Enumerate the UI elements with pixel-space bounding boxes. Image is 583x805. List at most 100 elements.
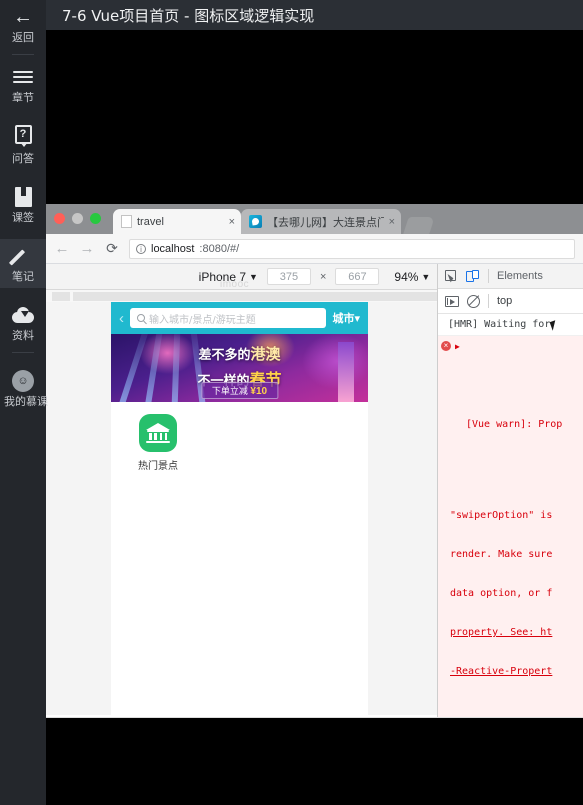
sidebar-item-notes[interactable]: 笔记 <box>0 239 46 288</box>
error-line: [Vue warn]: Prop <box>466 419 563 430</box>
device-selector[interactable]: iPhone 7 ▼ <box>199 270 258 284</box>
sidebar-item-qa[interactable]: ? 问答 <box>0 117 46 170</box>
address-bar[interactable]: i localhost :8080/#/ <box>129 238 575 259</box>
document-icon <box>121 215 132 228</box>
sidebar-item-label: 课签 <box>12 212 34 224</box>
console-toolbar: top <box>438 289 583 314</box>
banner-line1-prefix: 差不多的 <box>198 348 251 363</box>
back-icon[interactable]: ← <box>54 240 70 257</box>
console-context-selector[interactable]: top <box>497 295 512 307</box>
toolbar-divider <box>488 294 489 308</box>
close-icon[interactable]: × <box>229 216 235 228</box>
banner-coupon-badge: 下单立减 ¥10 <box>200 382 279 399</box>
close-icon[interactable]: × <box>389 216 395 228</box>
reload-icon[interactable]: ⟳ <box>104 240 120 257</box>
zoom-level: 94% <box>394 269 419 284</box>
sidebar-item-label: 笔记 <box>12 271 34 283</box>
home-icons-area: 热门景点 <box>111 402 368 472</box>
window-controls[interactable] <box>54 213 101 224</box>
question-icon: ? <box>14 123 32 147</box>
tab-elements[interactable]: Elements <box>497 270 543 282</box>
sidebar-item-label: 资料 <box>12 330 34 342</box>
arrow-left-icon: ← <box>13 6 33 28</box>
bookmark-icon <box>14 186 32 208</box>
console-output[interactable]: [HMR] Waiting for × ▶ [Vue warn]: Prop "… <box>438 314 583 718</box>
maximize-window-button[interactable] <box>90 213 101 224</box>
error-line-link[interactable]: property. See: ht <box>450 626 581 639</box>
minimize-window-button[interactable] <box>72 213 83 224</box>
sidebar-item-label: 问答 <box>12 153 34 165</box>
search-input[interactable]: 输入城市/景点/游玩主题 <box>130 308 327 328</box>
expand-arrow-icon[interactable]: ▶ <box>455 340 460 353</box>
site-info-icon[interactable]: i <box>136 243 146 254</box>
city-label: 城市 <box>332 313 355 325</box>
tab-title: 【去哪儿网】大连景点门票-周边 <box>267 216 384 229</box>
inspect-element-icon[interactable] <box>445 269 458 283</box>
sidebar-item-back[interactable]: ← 返回 <box>0 0 46 49</box>
sidebar-item-label: 我的慕课 <box>4 396 48 408</box>
clear-console-icon[interactable] <box>467 294 480 308</box>
chevron-down-icon: ▾ <box>354 313 360 325</box>
browser-window: travel × 【去哪儿网】大连景点门票-周边 × ← → ⟳ i local… <box>46 204 583 718</box>
error-line: data option, or f <box>450 588 553 599</box>
home-icon-item[interactable]: 热门景点 <box>129 414 187 472</box>
mobile-viewport: ‹ 输入城市/景点/游玩主题 城市▾ 差不多的港澳 春节 下单立减 ¥10 热门… <box>111 302 368 715</box>
tab-title: travel <box>137 215 164 228</box>
browser-tab[interactable]: 【去哪儿网】大连景点门票-周边 × <box>241 209 401 234</box>
mobile-header: ‹ 输入城市/景点/游玩主题 城市▾ <box>111 302 368 334</box>
error-line-link[interactable]: -Reactive-Propert <box>450 665 581 678</box>
chevron-down-icon: ▼ <box>249 271 258 282</box>
console-message-error[interactable]: × ▶ [Vue warn]: Prop "swiperOption" is r… <box>438 336 583 718</box>
console-message-info: [HMR] Waiting for <box>438 314 583 336</box>
device-width-input[interactable]: 375 <box>266 268 311 285</box>
qunar-icon <box>249 215 262 228</box>
devtools-panel: Elements top [HMR] Waiting for × ▶ [Vue … <box>437 264 583 718</box>
toolbar-divider <box>488 269 489 283</box>
canvas-left-gutter <box>46 302 111 715</box>
course-sidebar: ← 返回 章节 ? 问答 课签 笔记 资料 ☺ 我的慕课 <box>0 0 48 805</box>
temple-icon <box>139 414 177 452</box>
course-header: 7-6 Vue项目首页 - 图标区域逻辑实现 <box>46 0 583 30</box>
sidebar-divider-2 <box>12 352 34 353</box>
sidebar-item-bookmark[interactable]: 课签 <box>0 180 46 229</box>
pencil-icon <box>8 245 33 267</box>
url-host: localhost <box>151 242 195 255</box>
download-cloud-icon <box>12 304 34 326</box>
hamburger-icon <box>13 66 33 88</box>
device-height-input[interactable]: 667 <box>335 268 380 285</box>
devtools-toolbar: Elements <box>438 264 583 289</box>
banner-line1-big: 港澳 <box>250 345 281 363</box>
browser-tabstrip: travel × 【去哪儿网】大连景点门票-周边 × <box>46 204 583 234</box>
coupon-amount: ¥10 <box>250 386 268 397</box>
back-chevron-icon[interactable]: ‹ <box>119 311 124 326</box>
coupon-text: 下单立减 <box>211 386 248 396</box>
page-title: 7-6 Vue项目首页 - 图标区域逻辑实现 <box>62 6 315 25</box>
browser-tab[interactable]: travel × <box>113 209 241 234</box>
sidebar-item-mycourse[interactable]: ☺ 我的慕课 <box>0 364 48 413</box>
error-icon: × <box>441 341 451 351</box>
dimension-separator: × <box>319 270 327 283</box>
sidebar-item-label: 章节 <box>12 92 34 104</box>
device-toolbar-icon[interactable] <box>466 269 480 283</box>
browser-toolbar: ← → ⟳ i localhost :8080/#/ <box>46 234 583 264</box>
execution-context-icon[interactable] <box>445 295 459 307</box>
avatar-icon: ☺ <box>12 370 34 392</box>
sidebar-item-chapters[interactable]: 章节 <box>0 60 46 109</box>
error-line: "swiperOption" is <box>450 510 553 521</box>
url-path: :8080/#/ <box>199 242 240 255</box>
magnifier-icon <box>137 314 145 322</box>
new-tab-button[interactable] <box>403 217 435 234</box>
zoom-selector[interactable]: 94% ▼ <box>394 270 430 284</box>
search-placeholder: 输入城市/景点/游玩主题 <box>149 314 256 326</box>
sidebar-item-label: 返回 <box>12 32 34 44</box>
home-icon-label: 热门景点 <box>138 461 178 472</box>
city-selector-button[interactable]: 城市▾ <box>332 310 360 326</box>
forward-icon[interactable]: → <box>79 240 95 257</box>
home-swiper-banner[interactable]: 差不多的港澳 不一样的春节 下单立减 ¥10 <box>111 334 368 402</box>
screen: ← 返回 章节 ? 问答 课签 笔记 资料 ☺ 我的慕课 7-6 Vue项目首页… <box>0 0 583 805</box>
error-line: render. Make sure <box>450 549 553 560</box>
sidebar-item-files[interactable]: 资料 <box>0 298 46 347</box>
close-window-button[interactable] <box>54 213 65 224</box>
sidebar-divider-1 <box>12 54 34 55</box>
device-name: iPhone 7 <box>198 269 247 284</box>
